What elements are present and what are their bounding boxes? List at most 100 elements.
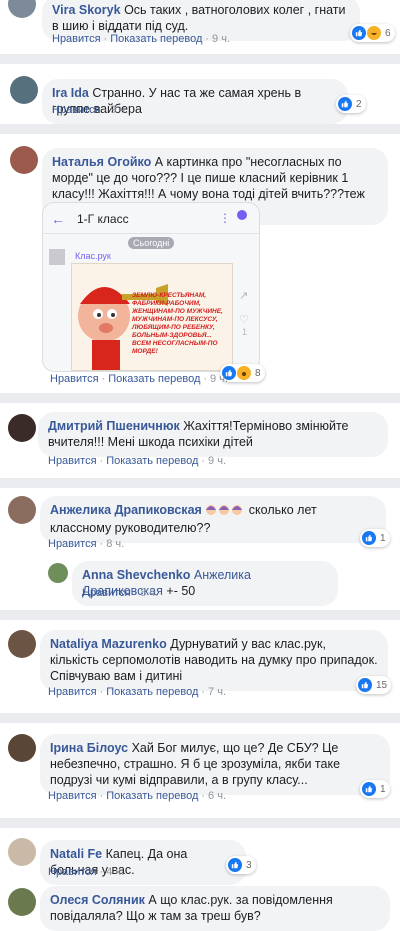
like-link[interactable]: Нравится — [82, 587, 131, 599]
timestamp[interactable]: 4 ч. — [106, 866, 124, 878]
timestamp[interactable]: 9 ч. — [212, 33, 230, 45]
comment-author[interactable]: Олеся Соляник — [50, 893, 145, 907]
reaction-count: 15 — [376, 679, 388, 691]
comment-bubble: Anna Shevchenko Анжелика Драпиковская +-… — [72, 561, 338, 606]
timestamp[interactable]: 6 ч. — [208, 790, 226, 802]
comment-actions: Нравится · 9 ч. — [52, 104, 129, 116]
add-participant-icon[interactable] — [237, 210, 247, 220]
like-link[interactable]: Нравится — [48, 866, 97, 878]
avatar[interactable] — [8, 734, 36, 762]
comment-text: +- 50 — [166, 584, 196, 598]
comment-bubble: Nataliya Mazurenko Дурнуватий у вас клас… — [40, 630, 388, 691]
comment-bubble: Олеся Соляник А що клас.рук. за повідомл… — [40, 886, 390, 931]
like-link[interactable]: Нравится — [48, 790, 97, 802]
timestamp[interactable]: 8 ч. — [140, 587, 158, 599]
comment-actions: Нравится · Показать перевод · 9 ч. — [50, 373, 229, 385]
like-icon — [358, 678, 372, 692]
timestamp[interactable]: 9 ч. — [208, 455, 226, 467]
haha-icon — [367, 26, 381, 40]
comment-author[interactable]: Ira Ida — [52, 86, 89, 100]
translate-link[interactable]: Показать перевод — [106, 686, 198, 698]
reaction-summary[interactable]: 2 — [336, 95, 366, 113]
like-icon — [362, 782, 376, 796]
sender-name: Клас.рук — [75, 251, 111, 261]
reaction-count: 8 — [255, 367, 261, 379]
sender-avatar — [49, 249, 65, 265]
comment-bubble: Ірина Білоус Хай Бог милує, що це? Де СБ… — [40, 734, 390, 795]
reaction-summary[interactable]: 1 — [360, 780, 390, 798]
chat-title: 1-Г класс — [77, 212, 129, 226]
separator — [0, 478, 400, 488]
separator — [0, 124, 400, 134]
comment-actions: Нравится · 4 ч. — [48, 866, 125, 878]
like-icon — [352, 26, 366, 40]
like-link[interactable]: Нравится — [50, 373, 99, 385]
reaction-count: 6 — [385, 27, 391, 39]
comment-bubble: Дмитрий Пшеничнюк Жахіття!Терміново змін… — [38, 412, 388, 457]
avatar[interactable] — [48, 563, 68, 583]
like-link[interactable]: Нравится — [52, 33, 101, 45]
more-options-icon[interactable]: ⋮ — [219, 211, 231, 225]
comment-author[interactable]: Дмитрий Пшеничнюк — [48, 419, 180, 433]
like-link[interactable]: Нравится — [52, 104, 101, 116]
reaction-summary[interactable]: 15 — [356, 676, 392, 694]
timestamp[interactable]: 7 ч. — [208, 686, 226, 698]
share-icon[interactable]: ↗ — [239, 289, 248, 302]
comment-bubble: Анжелика Драпиковская сколько лет классн… — [40, 496, 386, 543]
reaction-summary[interactable]: 1 — [360, 529, 390, 547]
like-icon — [228, 858, 242, 872]
heart-icon[interactable]: ♡ — [239, 313, 249, 326]
avatar[interactable] — [10, 146, 38, 174]
reaction-count: 3 — [246, 859, 252, 871]
avatar[interactable] — [8, 888, 36, 916]
day-label: Сьогодні — [128, 237, 175, 249]
reaction-count: 2 — [356, 98, 362, 110]
poster-text: ЗЕМЛЮ-КРЕСТЬЯНАМ, ФАБРИКИ-РАБОЧИМ, ЖЕНЩИ… — [132, 292, 223, 355]
poster-image[interactable]: ЗЕМЛЮ-КРЕСТЬЯНАМ, ФАБРИКИ-РАБОЧИМ, ЖЕНЩИ… — [71, 263, 233, 371]
avatar[interactable] — [8, 414, 36, 442]
comment-author[interactable]: Natali Fe — [50, 847, 102, 861]
like-icon — [362, 531, 376, 545]
back-arrow-icon[interactable]: ← — [51, 211, 65, 227]
translate-link[interactable]: Показать перевод — [106, 455, 198, 467]
avatar[interactable] — [8, 630, 36, 658]
comment-author[interactable]: Vira Skoryk — [52, 3, 121, 17]
reaction-summary[interactable]: 6 — [350, 24, 395, 42]
translate-link[interactable]: Показать перевод — [108, 373, 200, 385]
separator — [0, 610, 400, 620]
comment-author[interactable]: Наталья Огойко — [52, 155, 151, 169]
separator — [0, 393, 400, 403]
comment-actions: Нравится · 8 ч. — [82, 587, 159, 599]
like-link[interactable]: Нравится — [48, 686, 97, 698]
comment-actions: Нравится · Показать перевод · 9 ч. — [48, 455, 227, 467]
comment-author[interactable]: Анжелика Драпиковская — [50, 503, 202, 517]
avatar[interactable] — [8, 496, 36, 524]
comment-author[interactable]: Anna Shevchenko — [82, 568, 190, 582]
separator — [0, 818, 400, 828]
comment-author[interactable]: Ірина Білоус — [50, 741, 128, 755]
comment-author[interactable]: Nataliya Mazurenko — [50, 637, 167, 651]
reaction-count: 1 — [380, 783, 386, 795]
like-link[interactable]: Нравится — [48, 538, 97, 550]
comment-actions: Нравится · Показать перевод · 7 ч. — [48, 686, 227, 698]
wow-icon — [237, 366, 251, 380]
like-icon — [338, 97, 352, 111]
translate-link[interactable]: Показать перевод — [106, 790, 198, 802]
avatar[interactable] — [8, 838, 36, 866]
avatar[interactable] — [8, 0, 36, 18]
comment-bubble: Ira Ida Странно. У нас та же самая хрень… — [42, 79, 348, 124]
comment-bubble: Natali Fe Капец. Да она больная у вас. — [40, 840, 246, 885]
translate-link[interactable]: Показать перевод — [110, 33, 202, 45]
timestamp[interactable]: 9 ч. — [210, 373, 228, 385]
like-link[interactable]: Нравится — [48, 455, 97, 467]
emoji-group — [205, 504, 245, 520]
comment-actions: Нравится · Показать перевод · 9 ч. — [52, 33, 231, 45]
avatar[interactable] — [10, 76, 38, 104]
separator — [0, 713, 400, 723]
attached-image[interactable]: ← 1-Г класс ⋮ Сьогодні Клас.рук ЗЕМЛЮ-КР… — [42, 202, 260, 372]
reaction-summary[interactable]: 3 — [226, 856, 256, 874]
timestamp[interactable]: 9 ч. — [110, 104, 128, 116]
timestamp[interactable]: 8 ч. — [106, 538, 124, 550]
comment-actions: Нравится · 8 ч. — [48, 538, 125, 550]
reaction-count: 1 — [380, 532, 386, 544]
